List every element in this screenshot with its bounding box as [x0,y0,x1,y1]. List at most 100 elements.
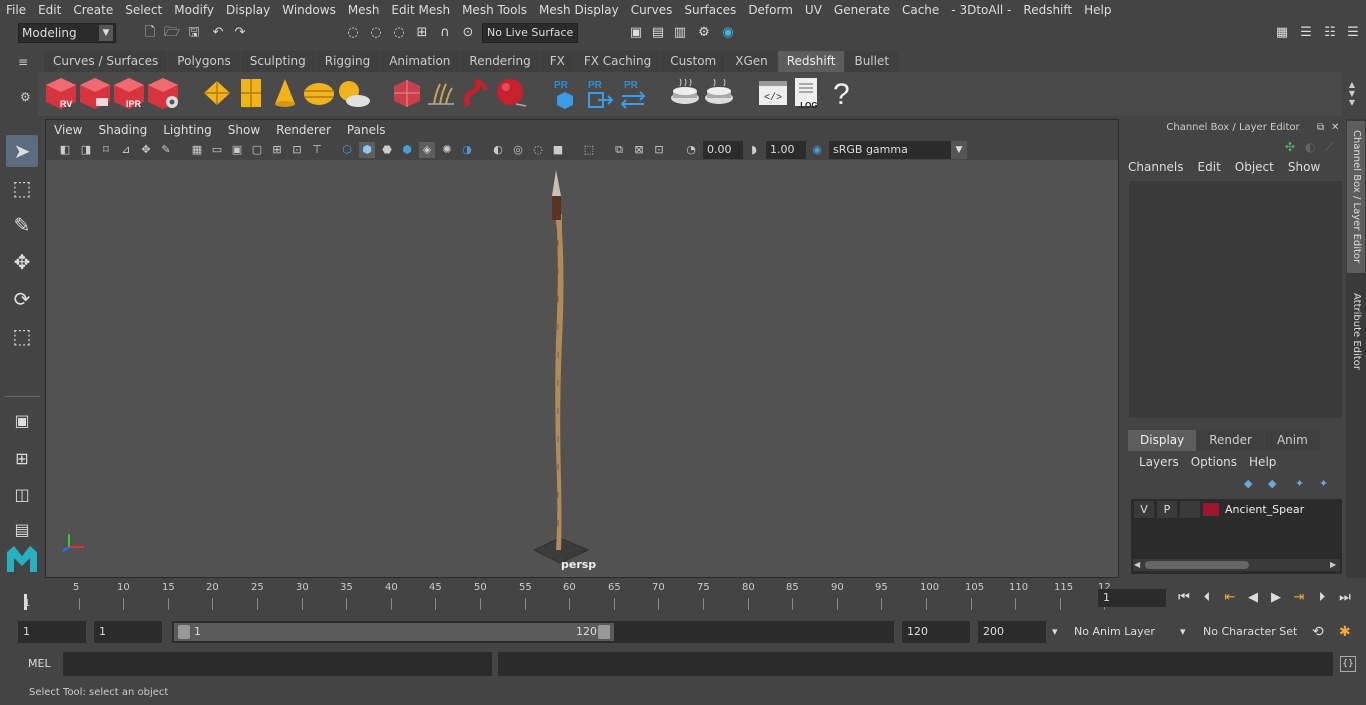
view-transform-select[interactable]: sRGB gamma ▼ [829,141,967,159]
menu-file[interactable]: File [0,0,32,20]
select-by-component-icon[interactable]: ◌ [391,25,407,41]
workspace-modeling-toolkit-icon[interactable]: ▦ [1274,25,1290,41]
play-forwards-icon[interactable]: ▶ [1266,589,1286,607]
playback-start-field[interactable]: 1 [94,621,162,643]
single-perspective-layout-icon[interactable]: ▣ [6,405,38,437]
color-management-icon[interactable]: ◉ [809,142,825,158]
menu-redshift[interactable]: Redshift [1017,0,1078,20]
manipulator-icon[interactable]: ✣ [1285,140,1299,154]
redshift-script-editor-icon[interactable]: </> [756,76,790,110]
live-surface-field[interactable]: No Live Surface [482,23,578,43]
depth-of-field-icon[interactable]: ◌ [530,142,546,158]
move-layer-down-icon[interactable]: ◆ [1268,477,1282,491]
menu-mesh-display[interactable]: Mesh Display [533,0,625,20]
tab-attribute-editor[interactable]: Attribute Editor [1347,281,1365,381]
step-back-key-icon[interactable]: ⇤ [1220,589,1240,607]
shelf-tab-polygons[interactable]: Polygons [168,51,240,72]
range-end-handle[interactable] [598,625,610,639]
maya-logo-icon[interactable] [5,542,39,574]
four-view-layout-icon[interactable]: ⊞ [6,443,38,475]
shelf-tab-xgen[interactable]: XGen [726,51,777,72]
image-plane-icon[interactable]: ⊿ [118,142,134,158]
menu-edit[interactable]: Edit [32,0,67,20]
layer-display-type[interactable] [1180,501,1200,518]
film-gate-icon[interactable]: ▭ [209,142,225,158]
xray-joints-icon[interactable]: ⧉ [611,142,627,158]
textured-icon[interactable]: ⬢ [399,142,415,158]
use-all-lights-icon[interactable]: ◈ [419,142,435,158]
shelf-tab-rigging[interactable]: Rigging [315,51,380,72]
attribute-editor-toggle-icon[interactable]: ☰ [1298,25,1314,41]
menu-3dtoall[interactable]: - 3DtoAll - [945,0,1017,20]
exposure-icon[interactable]: ◔ [683,142,699,158]
3d-viewport[interactable]: persp [46,160,1118,577]
layer-tab-display[interactable]: Display [1128,430,1197,451]
smooth-shade-icon[interactable]: ⬢ [359,142,375,158]
redshift-pr-object-icon[interactable]: PR [548,76,582,110]
snap-to-grid-icon[interactable]: ⊞ [414,25,430,41]
command-input[interactable] [63,652,492,676]
step-forward-key-icon[interactable]: ⇥ [1289,589,1309,607]
redo-icon[interactable]: ↷ [232,25,248,41]
menu-modify[interactable]: Modify [168,0,220,20]
layer-tab-render[interactable]: Render [1197,430,1264,451]
shadows-icon[interactable]: ✺ [439,142,455,158]
redshift-area-light-icon[interactable] [234,76,268,110]
range-bar-handle[interactable]: 1 120 [174,623,614,641]
layer-list-scrollbar[interactable]: ◀ ▶ [1133,559,1340,571]
playback-end-field[interactable]: 120 [902,621,970,643]
redshift-sun-sky-icon[interactable] [336,76,370,110]
redshift-ipr-icon[interactable]: IPR [112,76,146,110]
outliner-layout-icon[interactable]: ◫ [6,479,38,511]
animation-start-field[interactable]: 1 [18,621,86,643]
layer-menu-options[interactable]: Options [1191,455,1237,469]
character-set-select[interactable]: No Character Set [1197,621,1299,643]
ambient-occlusion-icon[interactable]: ◑ [459,142,475,158]
backface-culling-icon[interactable]: ⊡ [651,142,667,158]
undo-icon[interactable]: ↶ [210,25,226,41]
animation-preferences-icon[interactable]: ✱ [1333,621,1353,643]
ipr-render-icon[interactable]: ▥ [672,25,688,41]
redshift-hair-icon[interactable] [424,76,458,110]
menu-create[interactable]: Create [67,0,119,20]
select-by-object-icon[interactable]: ◌ [368,25,384,41]
viewport-menu-view[interactable]: View [46,123,90,137]
go-to-end-icon[interactable]: ⏭ [1335,589,1355,607]
script-language-label[interactable]: MEL [28,657,51,670]
gate-mask-icon[interactable]: ▢ [249,142,265,158]
rotate-tool-icon[interactable]: ⟳ [6,283,38,315]
viewport-menu-renderer[interactable]: Renderer [268,123,339,137]
float-panel-icon[interactable]: ⧉ [1317,122,1329,134]
menu-deform[interactable]: Deform [742,0,799,20]
shelf-tab-custom[interactable]: Custom [661,51,726,72]
grid-toggle-icon[interactable]: ▦ [189,142,205,158]
layer-row[interactable]: V P Ancient_Spear [1131,500,1342,519]
menu-help[interactable]: Help [1078,0,1117,20]
new-scene-icon[interactable]: 🗋 [142,25,158,41]
scroll-right-icon[interactable]: ▶ [1330,559,1336,571]
help-icon[interactable]: ? [824,76,858,110]
select-by-hierarchy-icon[interactable]: ◌ [345,25,361,41]
open-scene-icon[interactable]: 🗁 [164,25,180,41]
resolution-gate-icon[interactable]: ▣ [229,142,245,158]
layer-name[interactable]: Ancient_Spear [1225,503,1304,516]
channel-box-attributes[interactable] [1129,181,1342,418]
redshift-log-icon[interactable]: .LOG [790,76,824,110]
new-layer-from-selection-icon[interactable]: ✦ [1319,477,1333,491]
redshift-bake-sets-icon[interactable] [702,76,736,110]
lasso-tool-icon[interactable]: ⬚ [6,172,38,204]
menu-cache[interactable]: Cache [896,0,945,20]
redshift-render-view-icon[interactable]: RV [44,76,78,110]
menu-surfaces[interactable]: Surfaces [678,0,742,20]
anti-aliasing-icon[interactable]: ◎ [510,142,526,158]
menu-display[interactable]: Display [220,0,276,20]
shelf-tab-bullet[interactable]: Bullet [845,51,899,72]
channel-box-menu-channels[interactable]: Channels [1128,160,1184,174]
time-slider[interactable]: 1 5 10 15 20 25 30 35 40 45 50 55 60 65 70 75 80 85 90 95 1… [20,580,1111,612]
gamma-field[interactable]: 1.00 [766,141,806,159]
redshift-volume-icon[interactable] [460,76,494,110]
channel-box-menu-edit[interactable]: Edit [1198,160,1221,174]
layer-tab-anim[interactable]: Anim [1264,430,1320,451]
snap-to-point-icon[interactable]: ⊙ [460,25,476,41]
tool-settings-toggle-icon[interactable]: ☷ [1322,25,1338,41]
